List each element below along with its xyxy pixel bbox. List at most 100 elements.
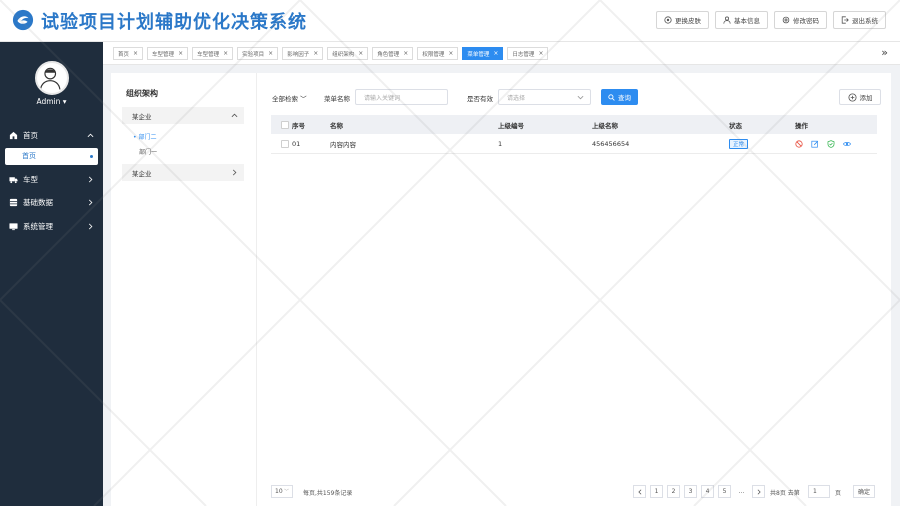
- view-icon[interactable]: [843, 140, 851, 148]
- next-page-button[interactable]: [752, 485, 765, 498]
- query-button[interactable]: 查询: [601, 89, 638, 105]
- change-password-label: 修改密码: [793, 17, 819, 25]
- close-icon[interactable]: ×: [358, 50, 363, 57]
- confirm-button[interactable]: 确定: [853, 485, 875, 498]
- page-ellipsis: ...: [735, 485, 748, 498]
- tab-vehicle-management[interactable]: 车型管理 ×: [147, 47, 189, 60]
- row-name: 内容内容: [330, 140, 356, 149]
- basic-info-button[interactable]: 基本信息: [715, 11, 768, 29]
- row-index: 01: [292, 139, 301, 148]
- tab-test-project[interactable]: 实验项目 ×: [237, 47, 279, 60]
- tab-label: 日志管理: [512, 51, 535, 58]
- row-checkbox[interactable]: [281, 139, 289, 148]
- sidebar-item-label: 基础数据: [23, 198, 53, 208]
- active-dot: [90, 154, 93, 158]
- valid-label: 是否有效: [467, 95, 493, 103]
- tab-menu-management[interactable]: 菜单管理 ×: [462, 47, 504, 60]
- page-button-5[interactable]: 5: [718, 485, 731, 498]
- close-icon[interactable]: ×: [178, 50, 183, 57]
- user-icon: [723, 16, 731, 24]
- chevron-down-icon: ﹀: [283, 489, 289, 495]
- prev-page-button[interactable]: [633, 485, 646, 498]
- pagination-bar: 10 ﹀ 每页,共159条记录 1 2 3 4 5 ... 共8页 去第 1 页…: [269, 484, 881, 500]
- valid-select[interactable]: 请选择: [498, 89, 591, 105]
- tab-label: 影响因子: [287, 51, 310, 58]
- tab-vehicle-management-2[interactable]: 车型管理 ×: [192, 47, 234, 60]
- chevron-up-icon: [231, 113, 238, 118]
- plus-circle-icon: [847, 92, 857, 102]
- chevron-right-icon: [757, 488, 761, 495]
- chevron-down-icon: ﹀: [300, 95, 307, 103]
- chevron-left-icon: [637, 488, 641, 495]
- page-button-2[interactable]: 2: [667, 485, 680, 498]
- truck-icon: [9, 177, 18, 183]
- col-index: 序号: [292, 121, 305, 130]
- tab-permission-management[interactable]: 权限管理 ×: [417, 47, 459, 60]
- change-password-button[interactable]: 修改密码: [774, 11, 827, 29]
- sidebar-item-home[interactable]: 首页: [0, 124, 103, 148]
- tab-label: 角色管理: [377, 51, 400, 58]
- tab-label: 权限管理: [422, 51, 445, 58]
- goto-page-input[interactable]: 1: [808, 485, 830, 498]
- sidebar-item-label: 系统管理: [23, 221, 53, 231]
- page-button-4[interactable]: 4: [701, 485, 714, 498]
- avatar-icon: [39, 67, 61, 90]
- col-parent-id: 上级编号: [498, 121, 524, 130]
- sidebar-item-system[interactable]: 系统管理: [0, 215, 103, 239]
- tree-node-dept-two[interactable]: • 部门二: [133, 132, 156, 141]
- settings-icon: [782, 16, 790, 24]
- close-icon[interactable]: ×: [493, 50, 498, 57]
- double-chevron-right-icon[interactable]: »: [881, 46, 888, 59]
- edit-icon[interactable]: [811, 140, 819, 148]
- close-icon[interactable]: ×: [448, 50, 453, 57]
- table-header: 序号 名称 上级编号 上级名称 状态 操作: [271, 115, 877, 134]
- tab-label: 菜单管理: [467, 51, 490, 58]
- user-menu[interactable]: Admin ▾: [0, 97, 103, 106]
- tree-node-dept-one[interactable]: 部门一: [139, 147, 157, 156]
- sidebar-item-basic-data[interactable]: 基础数据: [0, 191, 103, 215]
- all-search-label: 全部检索: [272, 95, 298, 103]
- tree-group-label: 某企业: [132, 169, 152, 178]
- disable-icon[interactable]: [795, 139, 803, 148]
- col-name: 名称: [330, 121, 343, 130]
- pager: 1 2 3 4 5 ...: [633, 485, 765, 498]
- page-button-1[interactable]: 1: [650, 485, 663, 498]
- select-all-checkbox[interactable]: [281, 120, 289, 129]
- close-icon[interactable]: ×: [403, 50, 408, 57]
- close-icon[interactable]: ×: [223, 50, 228, 57]
- tab-org-structure[interactable]: 组织架构 ×: [327, 47, 369, 60]
- change-skin-button[interactable]: 更换皮肤: [656, 11, 709, 29]
- close-icon[interactable]: ×: [538, 50, 543, 57]
- open-tabs: 首页 × 车型管理 × 车型管理 × 实验项目 × 影响因子 × 组织架构 × 角色管理 × …: [113, 47, 549, 60]
- page-button-3[interactable]: 3: [684, 485, 697, 498]
- database-icon: [9, 199, 18, 207]
- monitor-icon: [9, 223, 18, 230]
- sidebar-subitem-home[interactable]: 首页: [5, 147, 98, 165]
- menu-name-input[interactable]: 请输入关键词: [355, 89, 448, 105]
- avatar[interactable]: [35, 61, 69, 95]
- row-actions: [795, 139, 851, 148]
- org-tree-panel: 组织架构 某企业 • 部门二 部门一 某企业: [111, 73, 257, 506]
- close-icon[interactable]: ×: [133, 50, 138, 57]
- close-icon[interactable]: ×: [268, 50, 273, 57]
- shield-check-icon[interactable]: [827, 139, 835, 148]
- tab-impact-factor[interactable]: 影响因子 ×: [282, 47, 324, 60]
- total-records: 每页,共159条记录: [303, 490, 353, 497]
- logout-button[interactable]: 退出系统: [833, 11, 886, 29]
- all-search-dropdown[interactable]: 全部检索 ﹀: [272, 93, 307, 103]
- close-icon[interactable]: ×: [313, 50, 318, 57]
- tab-role-management[interactable]: 角色管理 ×: [372, 47, 414, 60]
- tree-group-enterprise-2[interactable]: 某企业: [122, 164, 244, 181]
- search-icon: [608, 93, 615, 101]
- tab-home[interactable]: 首页 ×: [113, 47, 144, 60]
- chevron-down-icon: [577, 95, 584, 100]
- tabs-bar: 首页 × 车型管理 × 车型管理 × 实验项目 × 影响因子 × 组织架构 × 角色管理 × …: [103, 42, 900, 65]
- menu-name-placeholder: 请输入关键词: [364, 94, 401, 102]
- tab-log-management[interactable]: 日志管理 ×: [507, 47, 549, 60]
- logout-label: 退出系统: [852, 17, 878, 25]
- add-button[interactable]: 添加: [839, 89, 881, 105]
- sidebar-item-vehicle[interactable]: 车型: [0, 168, 103, 192]
- tree-group-enterprise[interactable]: 某企业: [122, 107, 244, 124]
- page-size-select[interactable]: 10 ﹀: [271, 485, 293, 498]
- tree-node-label: 部门一: [139, 149, 158, 156]
